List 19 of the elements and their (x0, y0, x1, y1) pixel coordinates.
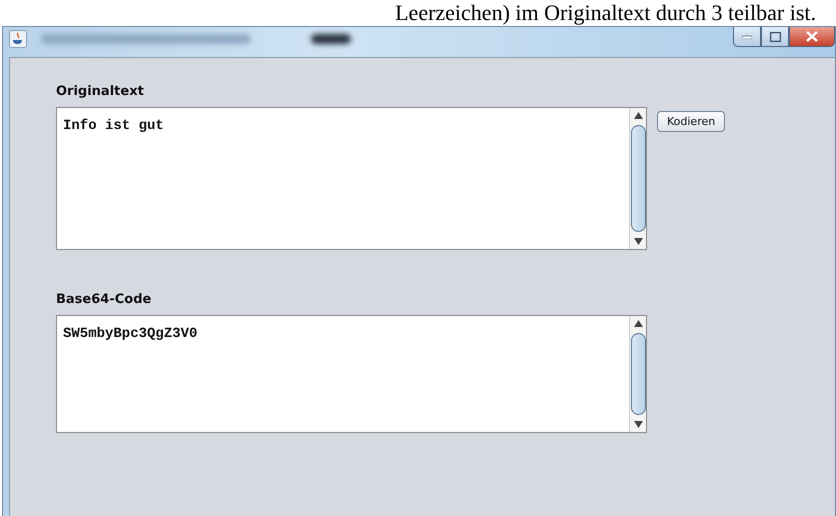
scroll-down-arrow-icon[interactable] (634, 238, 642, 245)
minimize-icon (742, 34, 752, 38)
encode-button[interactable]: Kodieren (657, 111, 726, 132)
scroll-down-arrow-icon[interactable] (634, 421, 642, 428)
scroll-up-arrow-icon[interactable] (634, 320, 642, 327)
field-label: Originaltext (56, 84, 144, 99)
maximize-button[interactable] (761, 27, 789, 47)
scrollbar[interactable] (629, 108, 646, 249)
scrollbar[interactable] (629, 316, 646, 432)
close-icon (806, 31, 818, 42)
field-label: Base64-Code (56, 292, 152, 307)
scrollbar-thumb[interactable] (630, 333, 646, 415)
java-cup-icon (9, 30, 27, 48)
document-text: Leerzeichen) im Originaltext durch 3 teilbar ist. (395, 1, 816, 25)
scroll-up-arrow-icon[interactable] (634, 112, 642, 119)
scrollbar-thumb[interactable] (630, 125, 646, 232)
close-button[interactable] (789, 27, 835, 47)
maximize-icon (770, 32, 780, 42)
minimize-button[interactable] (733, 27, 761, 47)
